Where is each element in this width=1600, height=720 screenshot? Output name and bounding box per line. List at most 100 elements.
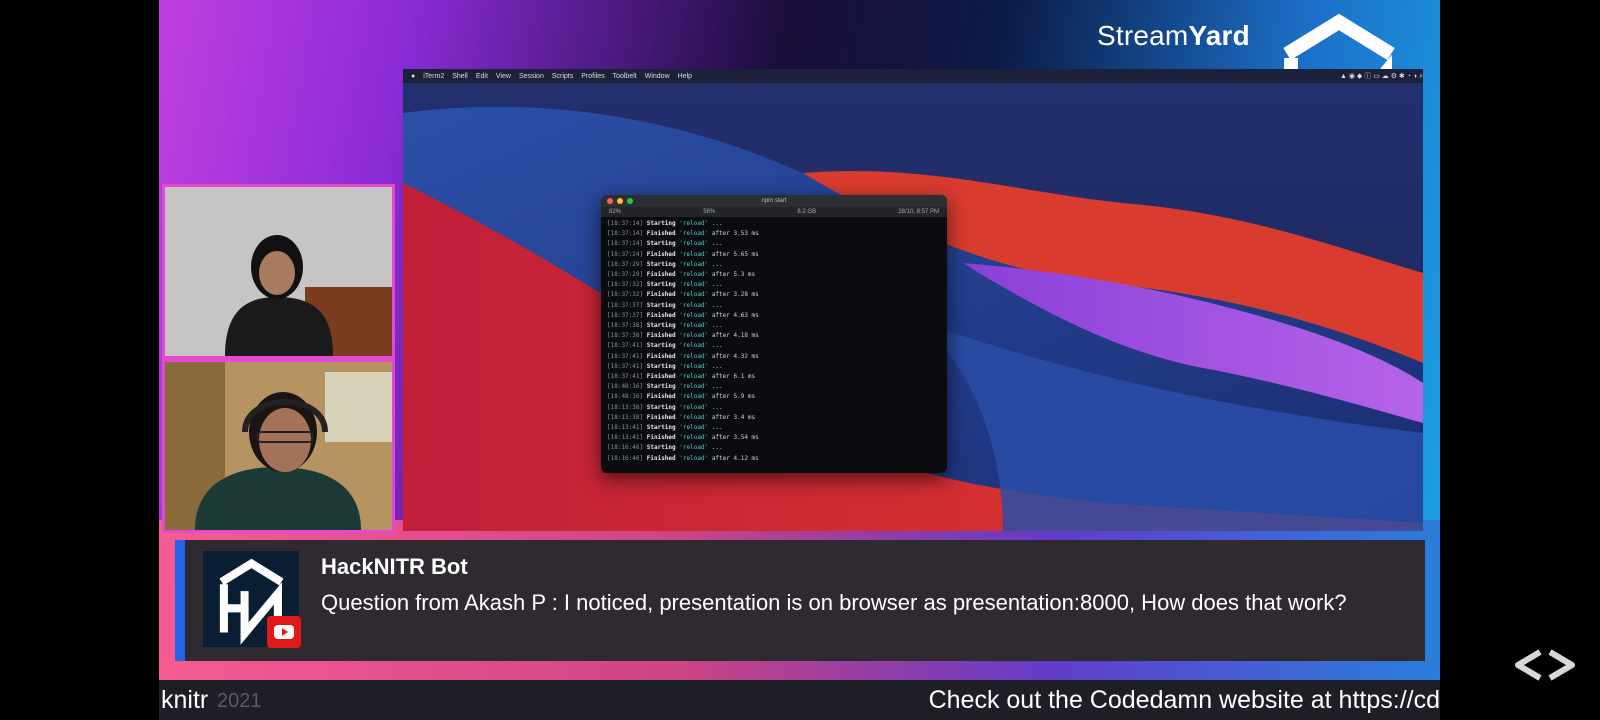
terminal-line: [18:37:29] Starting 'reload' ...: [607, 260, 941, 270]
terminal-line: [18:37:37] Finished 'reload' after 4.63 …: [607, 311, 941, 321]
status-cpu: 58%: [703, 209, 716, 215]
terminal-line-tail: ...: [711, 424, 723, 432]
terminal-line-tail: ...: [711, 240, 723, 248]
terminal-line-ts: [18:13:38]: [607, 413, 644, 421]
menu-item-window[interactable]: Window: [645, 73, 670, 80]
terminal-line-tail: after 6.1 ms: [711, 373, 756, 381]
terminal-line-tail: after 3.54 ms: [711, 434, 759, 442]
terminal-line-tail: ...: [711, 403, 723, 411]
terminal-line-tail: after 4.18 ms: [711, 332, 759, 340]
terminal-line: [18:37:24] Finished 'reload' after 5.65 …: [607, 250, 941, 260]
terminal-line: [18:37:38] Finished 'reload' after 4.18 …: [607, 331, 941, 341]
terminal-line-ts: [18:13:38]: [607, 403, 644, 411]
terminal-line-verb: Starting: [646, 240, 676, 248]
terminal-line-ts: [18:37:14]: [607, 220, 644, 227]
stream-stage: StreamYard ● iTerm2 Shell Edit View Sess…: [159, 0, 1440, 720]
menu-item-toolbelt[interactable]: Toolbelt: [613, 73, 637, 80]
terminal-line-ts: [18:13:41]: [607, 434, 644, 442]
terminal-line: [18:37:41] Starting 'reload' ...: [607, 362, 941, 372]
terminal-line: [18:16:46] Finished 'reload' after 4.12 …: [607, 454, 941, 464]
terminal-line-target: 'reload': [679, 260, 709, 268]
terminal-line: [18:48:16] Starting 'reload' ...: [607, 382, 941, 392]
terminal-line-tail: ...: [711, 444, 723, 452]
terminal-line-ts: [18:37:41]: [607, 342, 644, 350]
terminal-line-ts: [18:16:46]: [607, 444, 644, 452]
terminal-line-ts: [18:37:37]: [607, 311, 644, 319]
terminal-line-verb: Finished: [646, 332, 676, 340]
terminal-line-target: 'reload': [679, 311, 709, 319]
terminal-line-target: 'reload': [679, 434, 709, 442]
terminal-line-target: 'reload': [679, 220, 709, 227]
terminal-line-verb: Finished: [646, 250, 676, 258]
terminal-line-ts: [18:37:24]: [607, 240, 644, 248]
terminal-line-verb: Starting: [646, 383, 676, 391]
screen-share: ● iTerm2 Shell Edit View Session Scripts…: [403, 69, 1423, 531]
terminal-line: [18:37:41] Starting 'reload' ...: [607, 341, 941, 351]
participant-video-1: [165, 187, 392, 356]
terminal-line-target: 'reload': [679, 230, 709, 238]
terminal-line-verb: Finished: [646, 373, 676, 381]
terminal-line: [18:37:14] Starting 'reload' ...: [607, 219, 941, 229]
status-memory: 8.2 GB: [797, 209, 817, 215]
terminal-line-verb: Starting: [646, 322, 676, 330]
terminal-line-ts: [18:48:16]: [607, 393, 644, 401]
comment-banner: HackNITR Bot Question from Akash P : I n…: [175, 540, 1425, 661]
terminal-line-tail: ...: [711, 301, 723, 309]
menu-item-iterm2[interactable]: iTerm2: [423, 73, 444, 80]
terminal-status-bar: 82% 58% 8.2 GB 28/10, 8:57 PM: [601, 207, 947, 217]
apple-icon[interactable]: ●: [411, 73, 415, 80]
terminal-line: [18:37:29] Finished 'reload' after 5.3 m…: [607, 270, 941, 280]
terminal-line-ts: [18:13:41]: [607, 424, 644, 432]
terminal-line-target: 'reload': [679, 250, 709, 258]
terminal-line-target: 'reload': [679, 362, 709, 370]
menu-item-session[interactable]: Session: [519, 73, 544, 80]
menu-item-profiles[interactable]: Profiles: [581, 73, 604, 80]
camera-tile-guest: [162, 359, 395, 533]
menu-item-shell[interactable]: Shell: [452, 73, 468, 80]
menu-item-scripts[interactable]: Scripts: [552, 73, 573, 80]
terminal-line-ts: [18:37:14]: [607, 230, 644, 238]
terminal-line: [18:37:41] Finished 'reload' after 6.1 m…: [607, 372, 941, 382]
terminal-line-target: 'reload': [679, 454, 709, 462]
terminal-window[interactable]: npm start 82% 58% 8.2 GB 28/10, 8:57 PM …: [601, 195, 947, 473]
terminal-output: [18:37:14] Starting 'reload' ... [18:37:…: [601, 217, 947, 466]
comment-text: Question from Akash P : I noticed, prese…: [321, 590, 1347, 615]
camera-tile-host: [162, 184, 395, 359]
terminal-line: [18:13:41] Starting 'reload' ...: [607, 423, 941, 433]
terminal-line-target: 'reload': [679, 271, 709, 279]
terminal-line: [18:13:38] Starting 'reload' ...: [607, 403, 941, 413]
terminal-line-tail: after 5.9 ms: [711, 393, 756, 401]
terminal-line-target: 'reload': [679, 301, 709, 309]
terminal-line-ts: [18:37:41]: [607, 352, 644, 360]
terminal-line: [18:48:16] Finished 'reload' after 5.9 m…: [607, 392, 941, 402]
terminal-line-tail: after 5.65 ms: [711, 250, 759, 258]
terminal-line: [18:37:24] Starting 'reload' ...: [607, 239, 941, 249]
menu-item-edit[interactable]: Edit: [476, 73, 488, 80]
terminal-line-target: 'reload': [679, 281, 709, 289]
terminal-line-ts: [18:37:24]: [607, 250, 644, 258]
terminal-line: [18:16:46] Starting 'reload' ...: [607, 443, 941, 453]
status-battery: 82%: [609, 209, 622, 215]
terminal-line-ts: [18:37:41]: [607, 373, 644, 381]
terminal-line-ts: [18:37:29]: [607, 271, 644, 279]
terminal-line-tail: after 5.3 ms: [711, 271, 756, 279]
status-datetime: 28/10, 8:57 PM: [898, 209, 939, 215]
status-icons: ▲ ◉ ◆ ⓘ ▭ ☁ ⚙ ✱ ◔ ◑ ⌕: [1340, 73, 1423, 80]
terminal-line-verb: Finished: [646, 434, 676, 442]
menu-item-view[interactable]: View: [496, 73, 511, 80]
ticker-mid-text: 2021: [217, 690, 262, 712]
terminal-line-target: 'reload': [679, 444, 709, 452]
terminal-line: [18:37:41] Finished 'reload' after 4.32 …: [607, 352, 941, 362]
terminal-line-target: 'reload': [679, 322, 709, 330]
nav-arrows-icon[interactable]: [1512, 648, 1578, 682]
menu-item-help[interactable]: Help: [678, 73, 692, 80]
terminal-titlebar[interactable]: npm start: [601, 195, 947, 207]
terminal-line-verb: Starting: [646, 220, 676, 227]
terminal-line-ts: [18:37:32]: [607, 281, 644, 289]
terminal-line-tail: after 4.63 ms: [711, 311, 759, 319]
terminal-line-verb: Finished: [646, 413, 676, 421]
terminal-line-target: 'reload': [679, 424, 709, 432]
terminal-line-verb: Starting: [646, 342, 676, 350]
terminal-line-verb: Starting: [646, 444, 676, 452]
terminal-line-tail: ...: [711, 342, 723, 350]
